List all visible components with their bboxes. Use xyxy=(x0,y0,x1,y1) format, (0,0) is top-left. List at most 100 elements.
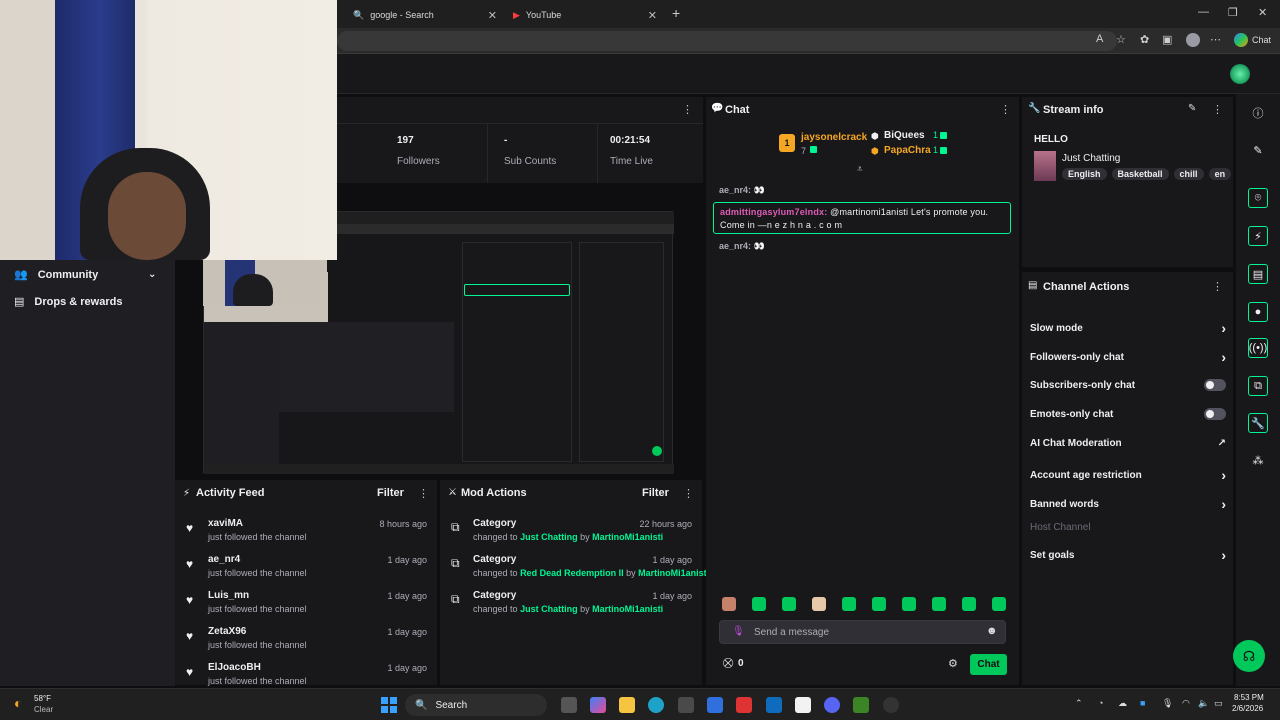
emote[interactable] xyxy=(932,597,946,611)
close-icon[interactable]: ✕ xyxy=(648,9,657,22)
app-icon[interactable] xyxy=(707,697,723,713)
channel-action-row[interactable]: Emotes-only chat xyxy=(1030,408,1226,420)
more-options-icon[interactable]: ⋮ xyxy=(1000,103,1011,116)
emote[interactable] xyxy=(962,597,976,611)
user-avatar[interactable] xyxy=(1230,64,1250,84)
tray-icon[interactable]: ■ xyxy=(1140,698,1145,708)
battery-icon[interactable]: ▭ xyxy=(1214,698,1223,709)
close-icon[interactable]: ✕ xyxy=(488,9,497,22)
mod-action-target[interactable]: Just Chatting xyxy=(520,604,578,614)
extensions-icon[interactable]: ✿ xyxy=(1140,33,1149,46)
tag[interactable]: chill xyxy=(1173,168,1204,180)
outlook-icon[interactable] xyxy=(766,697,782,713)
edge-icon[interactable] xyxy=(648,697,664,713)
wifi-icon[interactable]: ◠ xyxy=(1182,698,1190,709)
emote[interactable] xyxy=(812,597,826,611)
top-chatter-name[interactable]: PapaChra xyxy=(884,145,931,156)
microphone-icon[interactable]: 🎙 xyxy=(732,626,745,637)
xbox-icon[interactable] xyxy=(853,697,869,713)
collections-icon[interactable]: ▣ xyxy=(1162,33,1172,46)
more-options-icon[interactable]: ⋯ xyxy=(1210,33,1221,46)
feed-username[interactable]: ZetaX96 xyxy=(208,626,246,637)
toggle-switch[interactable] xyxy=(1204,408,1226,420)
obs-icon[interactable] xyxy=(883,697,899,713)
gear-icon[interactable]: ⚙ xyxy=(948,657,958,670)
microphone-icon[interactable]: 🎙 xyxy=(1162,698,1173,709)
chat-username[interactable]: ae_nr4: xyxy=(719,241,751,251)
top-chatter-name[interactable]: jaysonelcrack xyxy=(801,132,867,143)
chat-username[interactable]: admittingasylum7elndx: xyxy=(720,207,827,217)
emote[interactable] xyxy=(872,597,886,611)
emote[interactable] xyxy=(992,597,1006,611)
collapse-icon[interactable]: ⩡ xyxy=(857,164,863,175)
mod-action-target[interactable]: Red Dead Redemption II xyxy=(520,568,624,578)
mod-action-target[interactable]: Just Chatting xyxy=(520,532,578,542)
taskbar-search[interactable]: 🔍 Search xyxy=(405,694,547,716)
channel-action-row[interactable]: Set goals › xyxy=(1030,547,1226,563)
chat-icon[interactable]: ● xyxy=(1248,302,1268,322)
read-aloud-icon[interactable]: A xyxy=(1096,33,1103,45)
mod-action-moderator[interactable]: MartinoMi1anisti xyxy=(592,604,663,614)
lightning-icon[interactable]: ⚡ xyxy=(1248,226,1268,246)
more-options-icon[interactable]: ⋮ xyxy=(683,487,694,500)
mod-action-moderator[interactable]: MartinoMi1anisti xyxy=(638,568,709,578)
store-icon[interactable] xyxy=(678,697,694,713)
copilot-icon[interactable] xyxy=(590,697,606,713)
channel-action-row[interactable]: Account age restriction › xyxy=(1030,467,1226,483)
close-window-button[interactable]: ✕ xyxy=(1258,6,1267,19)
list-item[interactable]: ⧉ Category changed to Red Dead Redemptio… xyxy=(440,554,709,588)
headset-help-icon[interactable]: ☊ xyxy=(1233,640,1265,672)
emote[interactable] xyxy=(842,597,856,611)
clock-date[interactable]: 2/6/2026 xyxy=(1232,704,1263,713)
copilot-icon[interactable] xyxy=(1234,33,1248,47)
favorite-icon[interactable]: ☆ xyxy=(1116,33,1126,46)
list-item[interactable]: ⧉ Category changed to Just Chatting by M… xyxy=(440,518,702,552)
channel-action-row[interactable]: AI Chat Moderation ↗ xyxy=(1030,438,1226,449)
list-item[interactable]: ⧉ Category changed to Just Chatting by M… xyxy=(440,590,702,624)
category-box-art[interactable] xyxy=(1034,151,1056,181)
tag[interactable]: English xyxy=(1062,168,1107,180)
feed-username[interactable]: Luis_mn xyxy=(208,590,249,601)
list-item[interactable]: ♥ xaviMA just followed the channel 8 hou… xyxy=(175,518,437,552)
feed-username[interactable]: ae_nr4 xyxy=(208,554,240,565)
toggle-switch[interactable] xyxy=(1204,379,1226,391)
clip-icon[interactable]: ⌾ xyxy=(1248,188,1268,208)
copilot-label[interactable]: Chat xyxy=(1252,35,1271,45)
list-item[interactable]: ♥ Luis_mn just followed the channel 1 da… xyxy=(175,590,437,624)
feed-username[interactable]: xaviMA xyxy=(208,518,243,529)
emote[interactable] xyxy=(902,597,916,611)
top-chatter-name[interactable]: BiQuees xyxy=(884,130,925,141)
minimize-button[interactable]: — xyxy=(1198,6,1209,18)
discord-icon[interactable] xyxy=(824,697,840,713)
mail-icon[interactable] xyxy=(795,697,811,713)
weather-temp[interactable]: 58°F xyxy=(34,694,51,703)
list-item[interactable]: ♥ ae_nr4 just followed the channel 1 day… xyxy=(175,554,437,588)
channel-action-row[interactable]: Subscribers-only chat xyxy=(1030,379,1226,391)
browser-tab-youtube[interactable]: ▶ YouTube ✕ xyxy=(505,4,665,26)
more-options-icon[interactable]: ⋮ xyxy=(418,487,429,500)
broadcast-icon[interactable]: ((•)) xyxy=(1248,338,1268,358)
weather-desc[interactable]: Clear xyxy=(34,705,53,714)
chat-input[interactable]: 🎙 Send a message ☻ xyxy=(719,620,1006,644)
maximize-button[interactable]: ❐ xyxy=(1228,6,1238,19)
more-options-icon[interactable]: ⋮ xyxy=(1212,103,1223,116)
windows-start-icon[interactable] xyxy=(381,697,397,713)
tray-icon[interactable]: ☁ xyxy=(1118,698,1127,709)
emote[interactable] xyxy=(722,597,736,611)
more-options-icon[interactable]: ⋮ xyxy=(1212,280,1223,293)
nodes-icon[interactable]: ⁂ xyxy=(1248,450,1268,470)
emote[interactable] xyxy=(782,597,796,611)
url-field[interactable] xyxy=(337,31,1117,51)
channel-action-row[interactable]: Followers-only chat › xyxy=(1030,349,1226,365)
security-icon[interactable] xyxy=(736,697,752,713)
file-explorer-icon[interactable] xyxy=(619,697,635,713)
feed-username[interactable]: ElJoacoBH xyxy=(208,662,261,673)
category-name[interactable]: Just Chatting xyxy=(1062,153,1120,164)
info-icon[interactable]: ⓘ xyxy=(1248,103,1268,123)
wrench-icon[interactable]: 🔧 xyxy=(1248,413,1268,433)
more-options-icon[interactable]: ⋮ xyxy=(682,103,693,116)
filter-button[interactable]: Filter xyxy=(377,487,404,499)
tray-icon[interactable]: ◔ xyxy=(1098,698,1103,708)
chat-username[interactable]: ae_nr4: xyxy=(719,185,751,195)
clock-time[interactable]: 8:53 PM xyxy=(1234,693,1264,702)
